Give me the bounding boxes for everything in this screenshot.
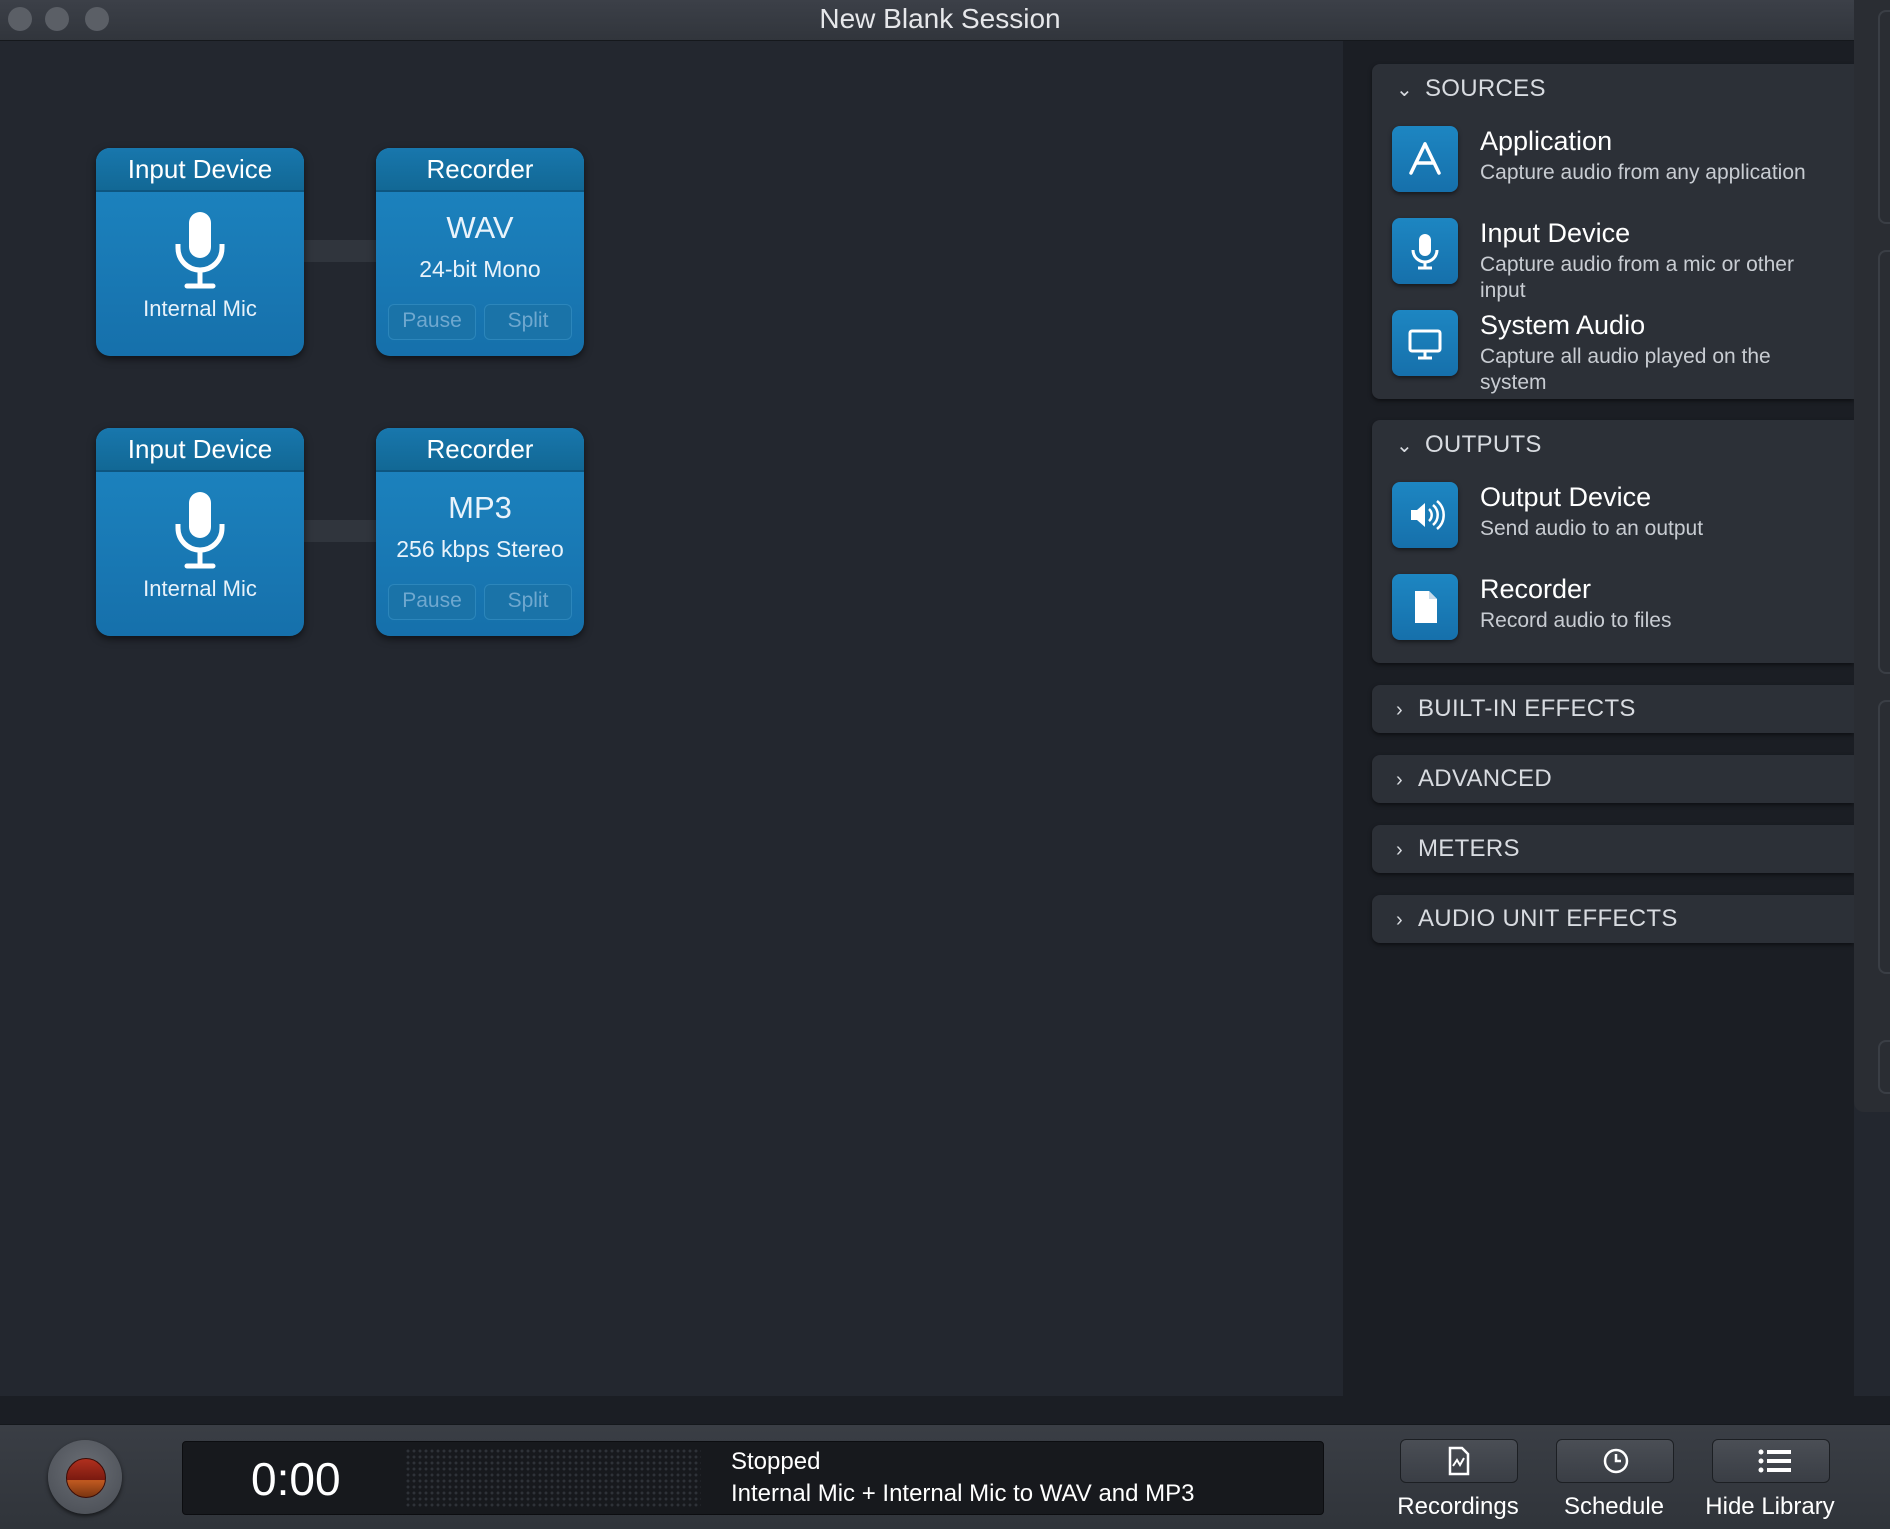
microphone-icon (1392, 218, 1458, 284)
sources-title: SOURCES (1424, 75, 1546, 102)
microphone-icon (175, 492, 225, 569)
level-meter (405, 1448, 701, 1508)
document-icon (1392, 574, 1458, 640)
recorder-format: WAV (446, 210, 514, 245)
panel-title: AUDIO UNIT EFFECTS (1418, 905, 1678, 932)
item-title: Recorder (1480, 574, 1592, 604)
panel-title: ADVANCED (1418, 765, 1552, 792)
audio-unit-effects-panel[interactable]: › AUDIO UNIT EFFECTS (1372, 895, 1854, 943)
hide-library-label: Hide Library (1705, 1493, 1835, 1520)
panel-title: BUILT-IN EFFECTS (1418, 695, 1636, 722)
app-store-icon (1392, 126, 1458, 192)
pause-button[interactable]: Pause (388, 584, 476, 620)
recorder-detail: 256 kbps Stereo (396, 536, 564, 562)
node-header: Recorder (376, 148, 584, 192)
adjacent-window-edge (1854, 0, 1890, 1112)
item-title: Input Device (1480, 218, 1631, 248)
split-button[interactable]: Split (484, 584, 572, 620)
status-text: Stopped (731, 1448, 821, 1475)
elapsed-time: 0:00 (251, 1453, 341, 1505)
node-header: Input Device (96, 148, 304, 192)
connection-wire (300, 520, 380, 542)
transport-bar: 0:00 Stopped Internal Mic + Internal Mic… (0, 1424, 1890, 1529)
recorder-node[interactable]: Recorder WAV 24-bit Mono Pause Split (376, 148, 584, 356)
split-button[interactable]: Split (484, 304, 572, 340)
item-description: Record audio to files (1480, 609, 1672, 632)
item-description: Capture audio from any application (1480, 161, 1806, 184)
device-name: Internal Mic (143, 296, 257, 321)
chevron-right-icon: › (1396, 769, 1403, 791)
recorder-detail: 24-bit Mono (419, 256, 541, 282)
item-title: Output Device (1480, 482, 1652, 512)
record-button[interactable] (48, 1440, 122, 1514)
input-device-node[interactable]: Input Device Internal Mic (96, 428, 304, 636)
node-header: Input Device (96, 428, 304, 472)
input-device-node[interactable]: Input Device Internal Mic (96, 148, 304, 356)
built-in-effects-panel[interactable]: › BUILT-IN EFFECTS (1372, 685, 1854, 733)
recordings-icon (1448, 1446, 1470, 1476)
status-display: 0:00 Stopped Internal Mic + Internal Mic… (182, 1441, 1324, 1515)
window-title: New Blank Session (819, 3, 1061, 34)
chevron-right-icon: › (1396, 909, 1403, 931)
meters-panel[interactable]: › METERS (1372, 825, 1854, 873)
session-canvas[interactable]: Input Device Internal Mic Recorder WAV 2… (0, 41, 1342, 1396)
recordings-label: Recordings (1397, 1493, 1519, 1520)
panel-title: METERS (1418, 835, 1520, 862)
clock-icon (1603, 1448, 1629, 1474)
chevron-down-icon: ⌄ (1396, 79, 1414, 101)
node-header: Recorder (376, 428, 584, 472)
sources-header[interactable]: ⌄ SOURCES (1396, 64, 1546, 114)
outputs-title: OUTPUTS (1424, 431, 1542, 458)
monitor-icon (1392, 310, 1458, 376)
connection-wire (300, 240, 380, 262)
microphone-icon (175, 212, 225, 289)
advanced-panel[interactable]: › ADVANCED (1372, 755, 1854, 803)
device-name: Internal Mic (143, 576, 257, 601)
item-description: Capture all audio played on the system (1480, 345, 1771, 394)
chevron-right-icon: › (1396, 699, 1403, 721)
chevron-right-icon: › (1396, 839, 1403, 861)
item-title: Application (1480, 126, 1613, 156)
divider-strip (0, 1396, 1890, 1424)
sources-panel: ⌄ SOURCES Application Capture audio from… (1372, 64, 1854, 399)
schedule-label: Schedule (1563, 1493, 1665, 1520)
chevron-down-icon: ⌄ (1396, 435, 1414, 457)
recorder-format: MP3 (448, 490, 512, 525)
outputs-header[interactable]: ⌄ OUTPUTS (1396, 420, 1542, 470)
pause-button[interactable]: Pause (388, 304, 476, 340)
record-icon (66, 1458, 106, 1498)
speaker-icon (1392, 482, 1458, 548)
item-title: System Audio (1480, 310, 1646, 340)
session-description: Internal Mic + Internal Mic to WAV and M… (731, 1480, 1195, 1507)
title-bar: New Blank Session (0, 0, 1854, 41)
list-icon (1758, 1449, 1791, 1473)
recorder-node[interactable]: Recorder MP3 256 kbps Stereo Pause Split (376, 428, 584, 636)
outputs-panel: ⌄ OUTPUTS Output Device Send audio to an… (1372, 420, 1854, 663)
item-description: Capture audio from a mic or other input (1480, 253, 1794, 302)
item-description: Send audio to an output (1480, 517, 1704, 540)
